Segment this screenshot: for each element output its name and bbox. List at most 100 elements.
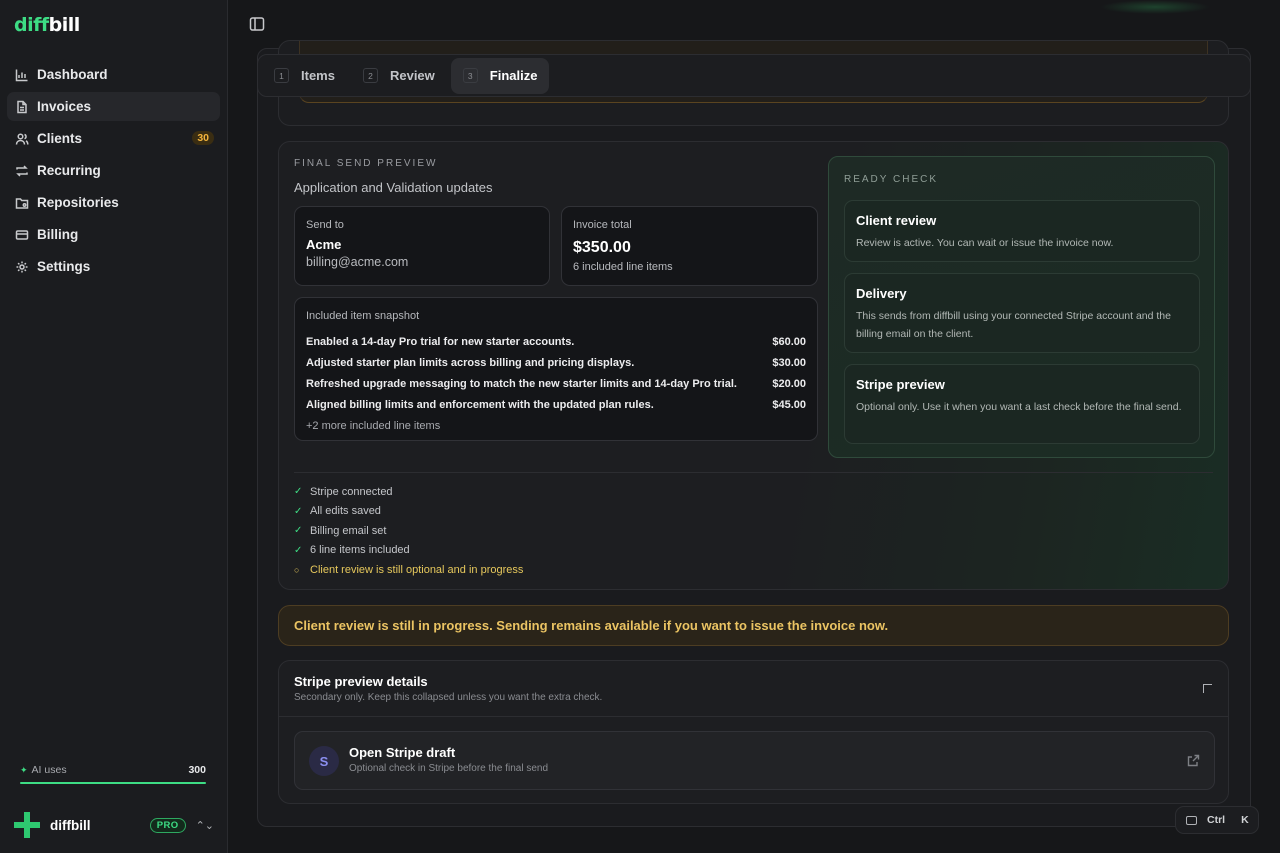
client-email: billing@acme.com: [306, 255, 409, 269]
ai-uses-label-wrap: ✦ AI uses: [20, 764, 67, 776]
invoice-total-box: Invoice total $350.00 6 included line it…: [561, 206, 818, 286]
keyboard-icon: [1186, 815, 1197, 825]
ready-check-panel: READY CHECK Client review Review is acti…: [828, 156, 1215, 458]
section-eyebrow: FINAL SEND PREVIEW: [294, 158, 438, 169]
draft-desc: Optional check in Stripe before the fina…: [349, 763, 549, 774]
line-items-count: 6 included line items: [573, 261, 673, 273]
line-item-amount: $45.00: [772, 398, 806, 411]
list-item: Enabled a 14-day Pro trial for new start…: [306, 331, 806, 352]
sidebar-item-label: Repositories: [37, 195, 119, 210]
users-icon: [15, 132, 29, 146]
sidebar-item-label: Clients: [37, 131, 83, 146]
tab-finalize[interactable]: 3 Finalize: [450, 57, 550, 94]
send-to-label: Send to: [306, 219, 344, 231]
sidebar-item-settings[interactable]: Settings: [7, 252, 220, 281]
ready-check-eyebrow: READY CHECK: [844, 174, 939, 185]
stripe-details-title: Stripe preview details: [294, 674, 428, 689]
snapshot-rows: Enabled a 14-day Pro trial for new start…: [306, 331, 806, 436]
logo-text-diff: diff: [14, 14, 49, 36]
sidebar-item-billing[interactable]: Billing: [7, 220, 220, 249]
check-item: ✓ 6 line items included: [294, 541, 523, 561]
ready-card-delivery: Delivery This sends from diffbill using …: [844, 273, 1200, 353]
sparkle-icon: ✦: [20, 765, 28, 775]
divider: [294, 472, 1213, 473]
item-snapshot-box: Included item snapshot Enabled a 14-day …: [294, 297, 818, 441]
line-item-desc: Aligned billing limits and enforcement w…: [306, 398, 654, 411]
list-item: Refreshed upgrade messaging to match the…: [306, 373, 806, 394]
invoice-total-label: Invoice total: [573, 219, 632, 231]
document-icon: [15, 100, 29, 114]
list-item: Adjusted starter plan limits across bill…: [306, 352, 806, 373]
stripe-details-header[interactable]: Stripe preview details Secondary only. K…: [279, 661, 1228, 717]
ai-uses-bar-fill: [20, 782, 206, 784]
sidebar-item-label: Recurring: [37, 163, 101, 178]
sidebar-item-clients[interactable]: Clients 30: [7, 124, 220, 153]
invoice-subtitle: Application and Validation updates: [294, 180, 493, 195]
more-items-note: +2 more included line items: [306, 419, 441, 432]
chart-icon: [15, 68, 29, 82]
check-icon: ✓: [294, 486, 303, 498]
card-icon: [15, 228, 29, 242]
check-text: Stripe connected: [310, 485, 393, 498]
step-tabs: 1 Items 2 Review 3 Finalize: [257, 54, 1251, 97]
gear-icon: [15, 260, 29, 274]
review-in-progress-alert: Client review is still in progress. Send…: [278, 605, 1229, 646]
check-text: Billing email set: [310, 524, 387, 537]
line-item-amount: $30.00: [772, 356, 806, 369]
line-item-amount: $60.00: [772, 335, 806, 348]
sidebar-item-label: Invoices: [37, 99, 92, 114]
list-item: Aligned billing limits and enforcement w…: [306, 394, 806, 415]
final-send-preview-card: FINAL SEND PREVIEW Application and Valid…: [278, 141, 1229, 590]
step-number: 3: [462, 68, 478, 83]
check-item-warning: ○ Client review is still optional and in …: [294, 560, 523, 580]
account-name: diffbill: [50, 817, 91, 833]
ready-card-desc: Optional only. Use it when you want a la…: [856, 401, 1182, 413]
sidebar-item-repositories[interactable]: Repositories: [7, 188, 220, 217]
shortcut-key-k: K: [1241, 814, 1249, 826]
sidebar-item-label: Dashboard: [37, 67, 108, 82]
step-label: Review: [389, 68, 435, 83]
stripe-details-subtitle: Secondary only. Keep this collapsed unle…: [294, 692, 603, 703]
account-switcher[interactable]: diffbill PRO ⌃⌄: [14, 810, 214, 840]
stripe-preview-details: Stripe preview details Secondary only. K…: [278, 660, 1229, 804]
check-item: ✓ Billing email set: [294, 521, 523, 541]
clients-count-badge: 30: [192, 131, 214, 145]
check-text: Client review is still optional and in p…: [310, 563, 524, 576]
check-text: 6 line items included: [310, 544, 410, 557]
sidebar-item-dashboard[interactable]: Dashboard: [7, 60, 220, 89]
ready-card-desc: Review is active. You can wait or issue …: [856, 237, 1114, 249]
check-icon: ✓: [294, 505, 303, 517]
logo-text-bill: bill: [48, 14, 81, 36]
sidebar-nav: Dashboard Invoices Clients 30 Recurring …: [7, 60, 220, 284]
chevron-up-down-icon: ⌃⌄: [195, 819, 214, 832]
check-item: ✓ All edits saved: [294, 502, 523, 522]
ai-uses-bar: [20, 782, 206, 784]
command-palette-shortcut[interactable]: Ctrl K: [1175, 806, 1259, 834]
step-number: 2: [362, 68, 378, 83]
ready-card-client-review: Client review Review is active. You can …: [844, 200, 1200, 262]
invoice-total-amount: $350.00: [573, 239, 631, 256]
sidebar-item-recurring[interactable]: Recurring: [7, 156, 220, 185]
chevron-up-icon[interactable]: [1203, 684, 1212, 693]
step-label: Finalize: [489, 68, 538, 83]
snapshot-label: Included item snapshot: [306, 310, 420, 322]
ready-card-title: Stripe preview: [856, 377, 945, 392]
plan-badge: PRO: [149, 817, 186, 833]
step-number: 1: [274, 68, 289, 83]
check-icon: ✓: [294, 525, 303, 537]
tab-review[interactable]: 2 Review: [351, 58, 447, 94]
ready-card-desc: This sends from diffbill using your conn…: [856, 310, 1171, 340]
sidebar: diffbill Dashboard Invoices Clients 30 R…: [0, 0, 228, 853]
open-stripe-draft-button[interactable]: S Open Stripe draft Optional check in St…: [294, 731, 1215, 790]
sidebar-toggle-icon[interactable]: [249, 16, 265, 32]
app-logo[interactable]: diffbill: [14, 14, 80, 36]
repeat-icon: [15, 164, 29, 178]
ready-card-title: Delivery: [856, 286, 907, 301]
top-glow-decoration: [1100, 0, 1210, 14]
step-label: Items: [301, 68, 335, 83]
sidebar-item-invoices[interactable]: Invoices: [7, 92, 220, 121]
sidebar-item-label: Settings: [37, 259, 91, 274]
check-text: All edits saved: [310, 505, 381, 518]
folder-git-icon: [15, 196, 29, 210]
tab-items[interactable]: 1 Items: [262, 58, 347, 94]
